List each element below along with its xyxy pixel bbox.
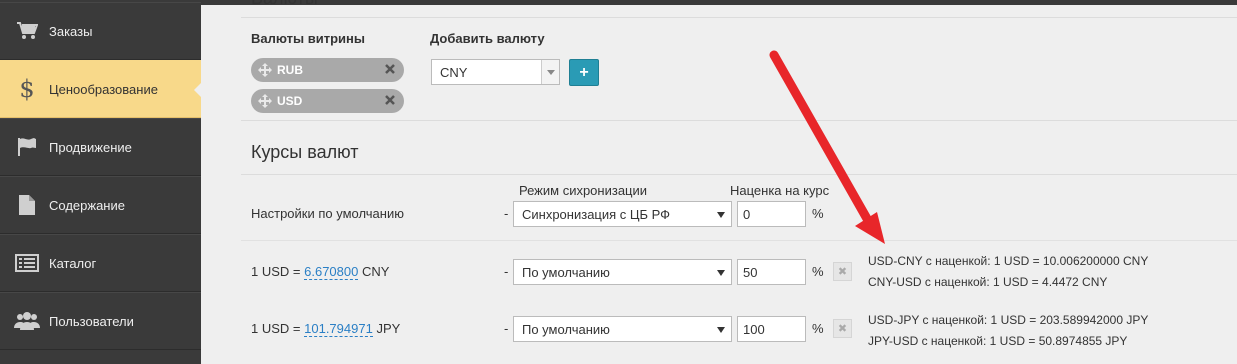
sidebar-item-label: Заказы [49,23,93,39]
sidebar-item-users[interactable]: Пользователи [0,292,201,350]
sidebar-item-label: Ценообразование [49,81,158,97]
sidebar-item-orders[interactable]: Заказы [0,2,201,60]
sidebar-item-pricing[interactable]: $ Ценообразование [0,60,202,118]
sidebar-item-content[interactable]: Содержание [0,176,201,234]
list-icon [14,254,40,272]
sidebar-item-label: Содержание [49,197,125,213]
main-content: Валюты Валюты витрины Добавить валюту RU… [201,0,1237,364]
sidebar: Заказы $ Ценообразование Продвижение Сод… [0,0,202,364]
sidebar-item-label: Каталог [49,255,97,271]
sidebar-item-catalog[interactable]: Каталог [0,234,201,292]
flag-icon [14,137,40,157]
users-icon [14,311,40,331]
sidebar-item-label: Продвижение [49,139,132,155]
cart-icon [14,21,40,41]
annotation-arrow-icon [769,50,885,244]
sidebar-item-promotion[interactable]: Продвижение [0,118,201,176]
document-icon [14,194,40,216]
dollar-icon: $ [19,75,35,103]
sidebar-item-label: Пользователи [49,313,134,329]
